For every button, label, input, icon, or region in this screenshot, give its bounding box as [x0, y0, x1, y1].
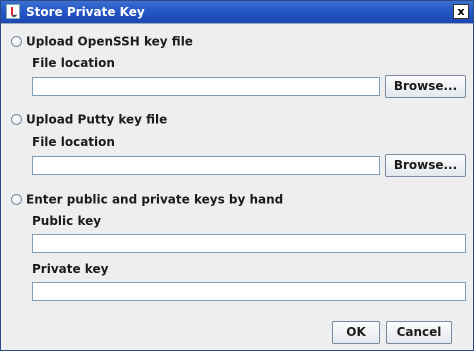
putty-file-label: File location — [32, 135, 115, 149]
manual-option-label: Enter public and private keys by hand — [26, 192, 284, 207]
title-bar[interactable]: Store Private Key x — [1, 1, 473, 23]
openssh-file-input[interactable] — [32, 77, 380, 96]
private-key-input[interactable] — [32, 282, 466, 301]
openssh-radio[interactable] — [11, 36, 22, 47]
putty-browse-button[interactable]: Browse... — [385, 154, 466, 177]
store-private-key-dialog: Store Private Key x Upload OpenSSH key f… — [0, 0, 474, 351]
public-key-input[interactable] — [32, 234, 466, 253]
openssh-browse-button[interactable]: Browse... — [385, 75, 466, 98]
putty-option-label: Upload Putty key file — [26, 112, 168, 127]
close-button[interactable]: x — [453, 4, 469, 19]
cancel-button[interactable]: Cancel — [386, 321, 452, 344]
java-icon — [6, 4, 20, 19]
dialog-content: Upload OpenSSH key file File location Br… — [1, 23, 473, 350]
putty-radio[interactable] — [11, 114, 22, 125]
private-key-label: Private key — [32, 262, 109, 276]
openssh-option[interactable]: Upload OpenSSH key file — [11, 33, 193, 49]
putty-option[interactable]: Upload Putty key file — [11, 111, 167, 127]
openssh-file-label: File location — [32, 56, 115, 70]
manual-radio[interactable] — [11, 194, 22, 205]
putty-file-input[interactable] — [32, 156, 380, 175]
ok-button[interactable]: OK — [332, 321, 380, 344]
openssh-option-label: Upload OpenSSH key file — [26, 34, 193, 49]
manual-option[interactable]: Enter public and private keys by hand — [11, 191, 283, 207]
public-key-label: Public key — [32, 214, 102, 228]
window-title: Store Private Key — [26, 5, 145, 19]
